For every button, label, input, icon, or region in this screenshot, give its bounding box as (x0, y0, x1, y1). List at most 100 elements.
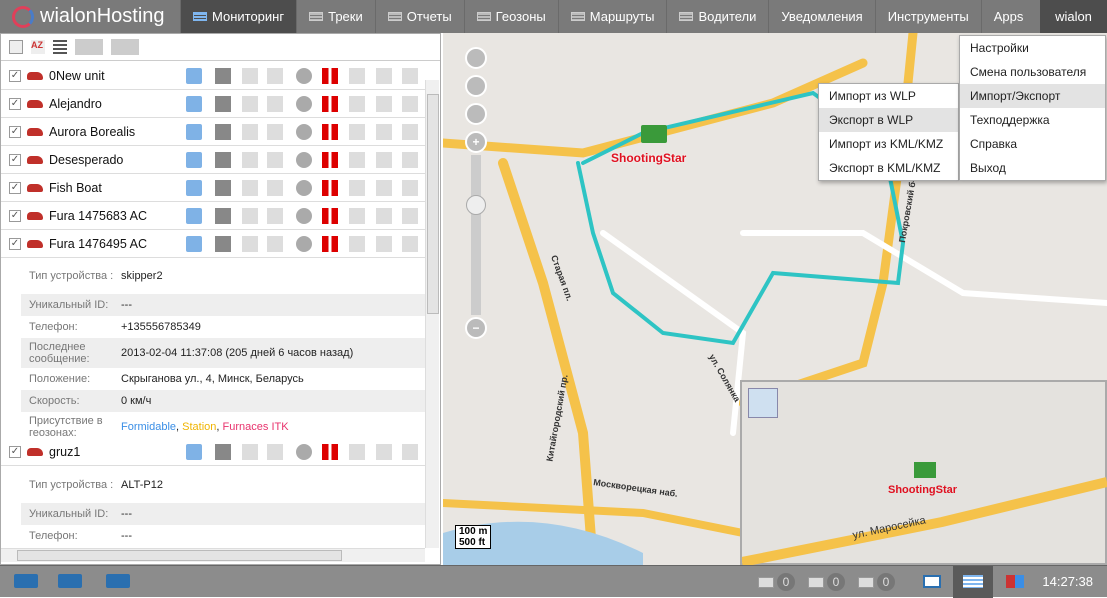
play-icon[interactable] (267, 443, 283, 460)
play-icon[interactable] (267, 123, 283, 140)
network-icon[interactable] (349, 151, 365, 168)
scroll-thumb[interactable] (427, 94, 439, 314)
info-icon[interactable] (215, 235, 231, 252)
menu-import-wlp[interactable]: Импорт из WLP (819, 84, 958, 108)
tab-tracks[interactable]: Треки (296, 0, 375, 33)
photo-icon[interactable] (376, 207, 392, 224)
photo-icon[interactable] (376, 67, 392, 84)
events-counter[interactable]: 0 (758, 573, 795, 591)
menu-settings[interactable]: Настройки (960, 36, 1105, 60)
geozone-link[interactable]: Formidable (121, 421, 176, 433)
info-icon[interactable] (215, 443, 231, 460)
edit-icon[interactable] (186, 179, 202, 196)
play-icon[interactable] (267, 207, 283, 224)
checkbox-icon[interactable] (242, 207, 258, 224)
play-icon[interactable] (267, 67, 283, 84)
status-icon[interactable] (296, 207, 312, 224)
zoom-out-button[interactable]: − (465, 317, 487, 339)
network-icon[interactable] (349, 235, 365, 252)
truck-icon[interactable] (14, 574, 38, 588)
edit-icon[interactable] (186, 151, 202, 168)
status-icon[interactable] (296, 151, 312, 168)
status-icon[interactable] (296, 235, 312, 252)
status-icon[interactable] (296, 443, 312, 460)
pan-up-button[interactable] (465, 47, 487, 69)
media-counter[interactable]: 0 (858, 573, 895, 591)
tab-monitoring[interactable]: Мониторинг (180, 0, 297, 33)
pan-down-button[interactable] (465, 103, 487, 125)
menu-export-wlp[interactable]: Экспорт в WLP (819, 108, 958, 132)
edit-icon[interactable] (186, 207, 202, 224)
horizontal-scrollbar[interactable] (1, 548, 425, 562)
status-icon[interactable] (296, 67, 312, 84)
photo-icon[interactable] (376, 123, 392, 140)
info-icon[interactable] (215, 123, 231, 140)
monitoring-panel-button[interactable] (953, 566, 993, 598)
user-menu-button[interactable]: wialon (1040, 0, 1107, 33)
menu-help[interactable]: Справка (960, 132, 1105, 156)
unit-checkbox[interactable]: ✓ (9, 153, 21, 166)
edit-icon[interactable] (186, 95, 202, 112)
menu-import-export[interactable]: Импорт/Экспорт (960, 84, 1105, 108)
tab-drivers[interactable]: Водители (666, 0, 768, 33)
unit-row[interactable]: ✓ Fish Boat (1, 174, 425, 202)
checkbox-icon[interactable] (242, 123, 258, 140)
book-icon[interactable] (923, 575, 941, 588)
unit-checkbox[interactable]: ✓ (9, 69, 21, 82)
sensor-icon[interactable] (322, 443, 338, 460)
network-icon[interactable] (349, 95, 365, 112)
sensor-icon[interactable] (322, 67, 338, 84)
add-units-icon[interactable] (75, 39, 103, 55)
network-icon[interactable] (349, 207, 365, 224)
status-icon[interactable] (296, 95, 312, 112)
tab-reports[interactable]: Отчеты (374, 0, 464, 33)
play-icon[interactable] (267, 151, 283, 168)
truck-name-icon[interactable] (58, 574, 82, 588)
edit-icon[interactable] (186, 123, 202, 140)
photo-icon[interactable] (376, 151, 392, 168)
geozone-link[interactable]: Station (182, 421, 216, 433)
unit-row[interactable]: ✓ gruz1 (1, 438, 425, 466)
list-view-icon[interactable] (53, 40, 67, 54)
commands-icon[interactable] (402, 207, 418, 224)
commands-icon[interactable] (402, 67, 418, 84)
checkbox-icon[interactable] (242, 67, 258, 84)
unit-checkbox[interactable]: ✓ (9, 97, 21, 110)
checkbox-icon[interactable] (242, 235, 258, 252)
info-icon[interactable] (215, 207, 231, 224)
status-icon[interactable] (296, 123, 312, 140)
sensor-icon[interactable] (322, 95, 338, 112)
zoom-slider-handle[interactable] (466, 195, 486, 215)
work-list-icon[interactable] (111, 39, 139, 55)
tab-notifications[interactable]: Уведомления (768, 0, 874, 33)
unit-marker-icon[interactable] (641, 125, 667, 143)
info-icon[interactable] (215, 67, 231, 84)
truck-arrow-icon[interactable] (106, 574, 130, 588)
photo-icon[interactable] (376, 235, 392, 252)
layout-icon[interactable] (1006, 575, 1024, 588)
edit-icon[interactable] (186, 67, 202, 84)
geozone-link[interactable]: Furnaces ITK (223, 421, 289, 433)
menu-logout[interactable]: Выход (960, 156, 1105, 180)
commands-icon[interactable] (402, 123, 418, 140)
zoom-slider[interactable] (466, 155, 486, 315)
pan-left-button[interactable] (465, 75, 487, 97)
unit-checkbox[interactable]: ✓ (9, 209, 21, 222)
sensor-icon[interactable] (322, 151, 338, 168)
unit-checkbox[interactable]: ✓ (9, 181, 21, 194)
network-icon[interactable] (349, 67, 365, 84)
unit-checkbox[interactable]: ✓ (9, 445, 21, 458)
unit-checkbox[interactable]: ✓ (9, 237, 21, 250)
menu-import-kml[interactable]: Импорт из KML/KMZ (819, 132, 958, 156)
commands-icon[interactable] (402, 443, 418, 460)
unit-row[interactable]: ✓ Fura 1475683 AC (1, 202, 425, 230)
photo-icon[interactable] (376, 95, 392, 112)
tab-geozones[interactable]: Геозоны (463, 0, 558, 33)
commands-icon[interactable] (402, 179, 418, 196)
sensor-icon[interactable] (322, 235, 338, 252)
sensor-icon[interactable] (322, 207, 338, 224)
play-icon[interactable] (267, 235, 283, 252)
play-icon[interactable] (267, 95, 283, 112)
commands-icon[interactable] (402, 235, 418, 252)
info-icon[interactable] (215, 151, 231, 168)
